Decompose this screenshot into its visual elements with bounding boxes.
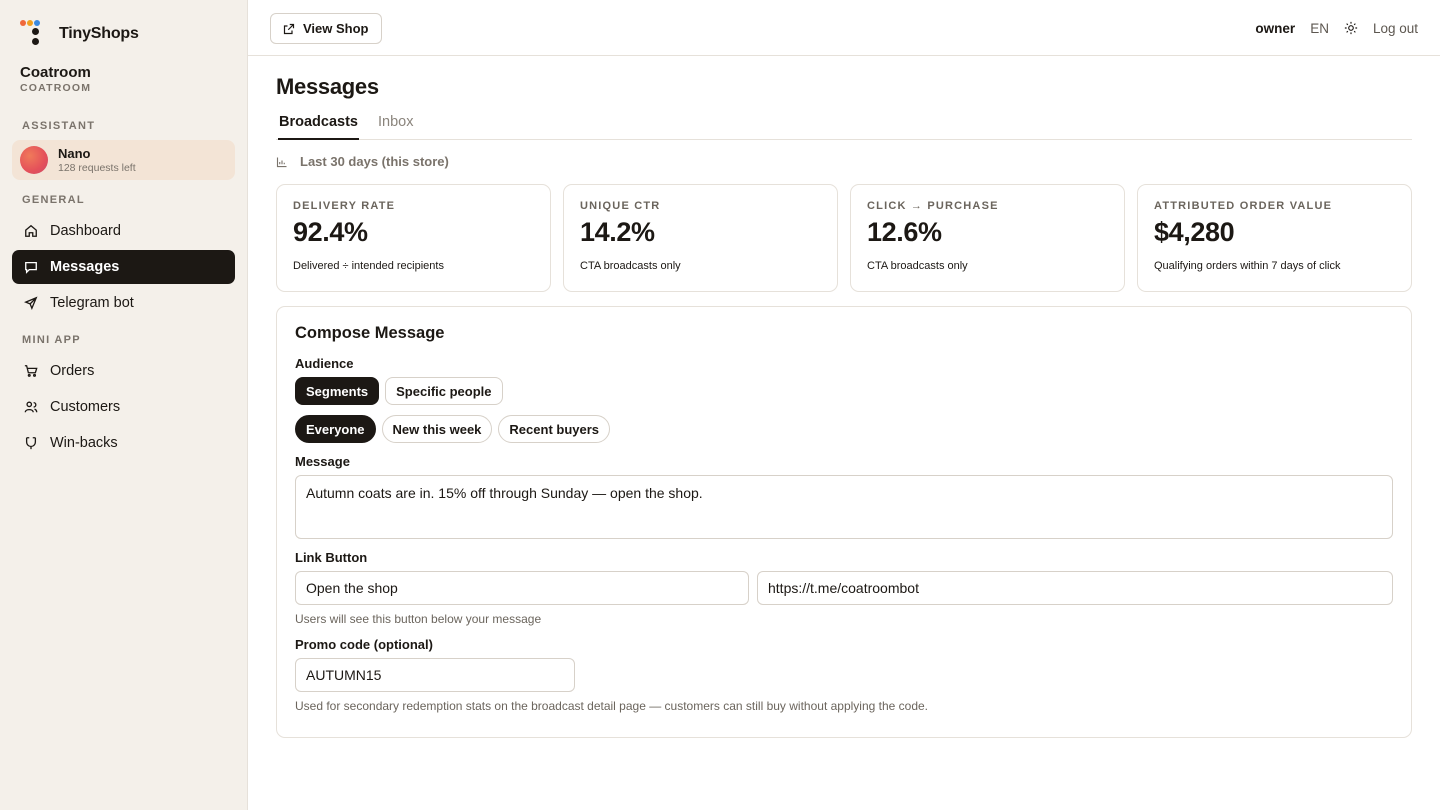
stat-value: $4,280 — [1154, 217, 1235, 247]
view-shop-button[interactable]: View Shop — [270, 13, 382, 44]
brand-name: TinyShops — [59, 25, 139, 42]
link-hint: Users will see this button below your me… — [295, 612, 542, 626]
sidebar-item-messages[interactable]: Messages — [12, 250, 235, 284]
sidebar: TinyShops Coatroom COATROOM ASSISTANT Na… — [0, 0, 248, 810]
stat-card-click-purchase: CLICK → PURCHASE 12.6% CTA broadcasts on… — [850, 184, 1125, 292]
stat-card-delivery-rate: DELIVERY RATE 92.4% Delivered ÷ intended… — [276, 184, 551, 292]
tab-broadcasts[interactable]: Broadcasts — [278, 114, 359, 140]
magnet-icon — [25, 437, 37, 450]
sidebar-item-label: Orders — [50, 363, 95, 379]
link-text-input[interactable]: Open the shop — [295, 571, 749, 605]
link-button-label: Link Button — [295, 550, 368, 565]
topbar: View Shop owner EN Log out — [248, 0, 1440, 56]
stat-value: 14.2% — [580, 217, 655, 247]
stat-label: UNIQUE CTR — [580, 200, 661, 212]
external-link-icon — [283, 23, 295, 34]
cart-icon — [24, 365, 38, 377]
compose-title: Compose Message — [295, 324, 445, 342]
sidebar-item-dashboard[interactable]: Dashboard — [12, 214, 235, 248]
sidebar-item-customers[interactable]: Customers — [12, 390, 235, 424]
sidebar-item-label: Dashboard — [50, 223, 121, 239]
assistant-name: Nano — [58, 146, 91, 161]
stat-label: CLICK → PURCHASE — [867, 200, 999, 212]
stat-note: CTA broadcasts only — [867, 260, 968, 272]
bar-chart-icon — [276, 157, 287, 167]
sidebar-item-label: Customers — [50, 399, 121, 415]
audience-label: Audience — [295, 356, 354, 371]
stat-card-attributed-order-value: ATTRIBUTED ORDER VALUE $4,280 Qualifying… — [1137, 184, 1412, 292]
segment-chips: Everyone New this week Recent buyers — [295, 415, 616, 443]
sidebar-item-orders[interactable]: Orders — [12, 354, 235, 388]
store-info: Coatroom COATROOM — [20, 64, 91, 94]
mini-app-section-label: MINI APP — [22, 334, 81, 346]
store-subtitle: COATROOM — [20, 82, 92, 94]
language-toggle[interactable]: EN — [1310, 21, 1329, 36]
stat-note: Delivered ÷ intended recipients — [293, 260, 444, 272]
stat-card-unique-ctr: UNIQUE CTR 14.2% CTA broadcasts only — [563, 184, 838, 292]
sidebar-item-label: Messages — [50, 259, 120, 275]
tinyshops-logo-icon — [20, 20, 48, 48]
page-title: Messages — [276, 74, 379, 99]
promo-code-input[interactable]: AUTUMN15 — [295, 658, 575, 692]
user-role: owner — [1255, 20, 1296, 36]
sun-icon — [1344, 21, 1358, 35]
segment-recent-buyers[interactable]: Recent buyers — [498, 415, 611, 443]
send-icon — [24, 296, 38, 310]
theme-toggle[interactable] — [1344, 21, 1358, 35]
assistant-card[interactable]: Nano 128 requests left — [12, 140, 235, 180]
date-range-label: Last 30 days (this store) — [300, 154, 449, 169]
assistant-section-label: ASSISTANT — [22, 120, 96, 132]
stat-label: ATTRIBUTED ORDER VALUE — [1154, 200, 1333, 212]
compose-card: Compose Message Audience Segments Specif… — [276, 306, 1412, 738]
sidebar-item-label: Telegram bot — [50, 295, 134, 311]
store-name: Coatroom — [20, 64, 91, 81]
logout-link[interactable]: Log out — [1373, 21, 1418, 36]
audience-mode-toggle: Segments Specific people — [295, 377, 509, 405]
audience-mode-segments[interactable]: Segments — [295, 377, 380, 405]
brand[interactable]: TinyShops — [20, 20, 139, 48]
view-shop-label: View Shop — [303, 21, 369, 36]
sidebar-item-label: Win-backs — [50, 435, 118, 451]
users-icon — [24, 401, 38, 413]
audience-mode-specific-people[interactable]: Specific people — [385, 377, 503, 405]
stat-value: 12.6% — [867, 217, 942, 247]
promo-hint: Used for secondary redemption stats on t… — [295, 699, 929, 713]
assistant-requests: 128 requests left — [58, 162, 136, 174]
message-label: Message — [295, 454, 350, 469]
tabs: Broadcasts Inbox — [276, 114, 1412, 140]
stats-row: DELIVERY RATE 92.4% Delivered ÷ intended… — [276, 184, 1412, 292]
link-url-input[interactable]: https://t.me/coatroombot — [757, 571, 1393, 605]
promo-code-label: Promo code (optional) — [295, 637, 433, 652]
topbar-right: owner EN Log out — [1240, 0, 1418, 56]
stat-value: 92.4% — [293, 217, 368, 247]
segment-new-this-week[interactable]: New this week — [381, 415, 493, 443]
message-textarea[interactable]: Autumn coats are in. 15% off through Sun… — [295, 475, 1393, 539]
sidebar-item-win-backs[interactable]: Win-backs — [12, 426, 235, 460]
home-icon — [25, 224, 37, 237]
date-range: Last 30 days (this store) — [276, 154, 449, 169]
general-section-label: GENERAL — [22, 194, 85, 206]
assistant-avatar — [20, 146, 48, 174]
tab-inbox[interactable]: Inbox — [378, 114, 413, 140]
sidebar-item-telegram-bot[interactable]: Telegram bot — [12, 286, 235, 320]
stat-label: DELIVERY RATE — [293, 200, 396, 212]
message-icon — [25, 261, 37, 274]
segment-everyone[interactable]: Everyone — [295, 415, 376, 443]
stat-note: CTA broadcasts only — [580, 260, 681, 272]
stat-note: Qualifying orders within 7 days of click — [1154, 260, 1341, 272]
